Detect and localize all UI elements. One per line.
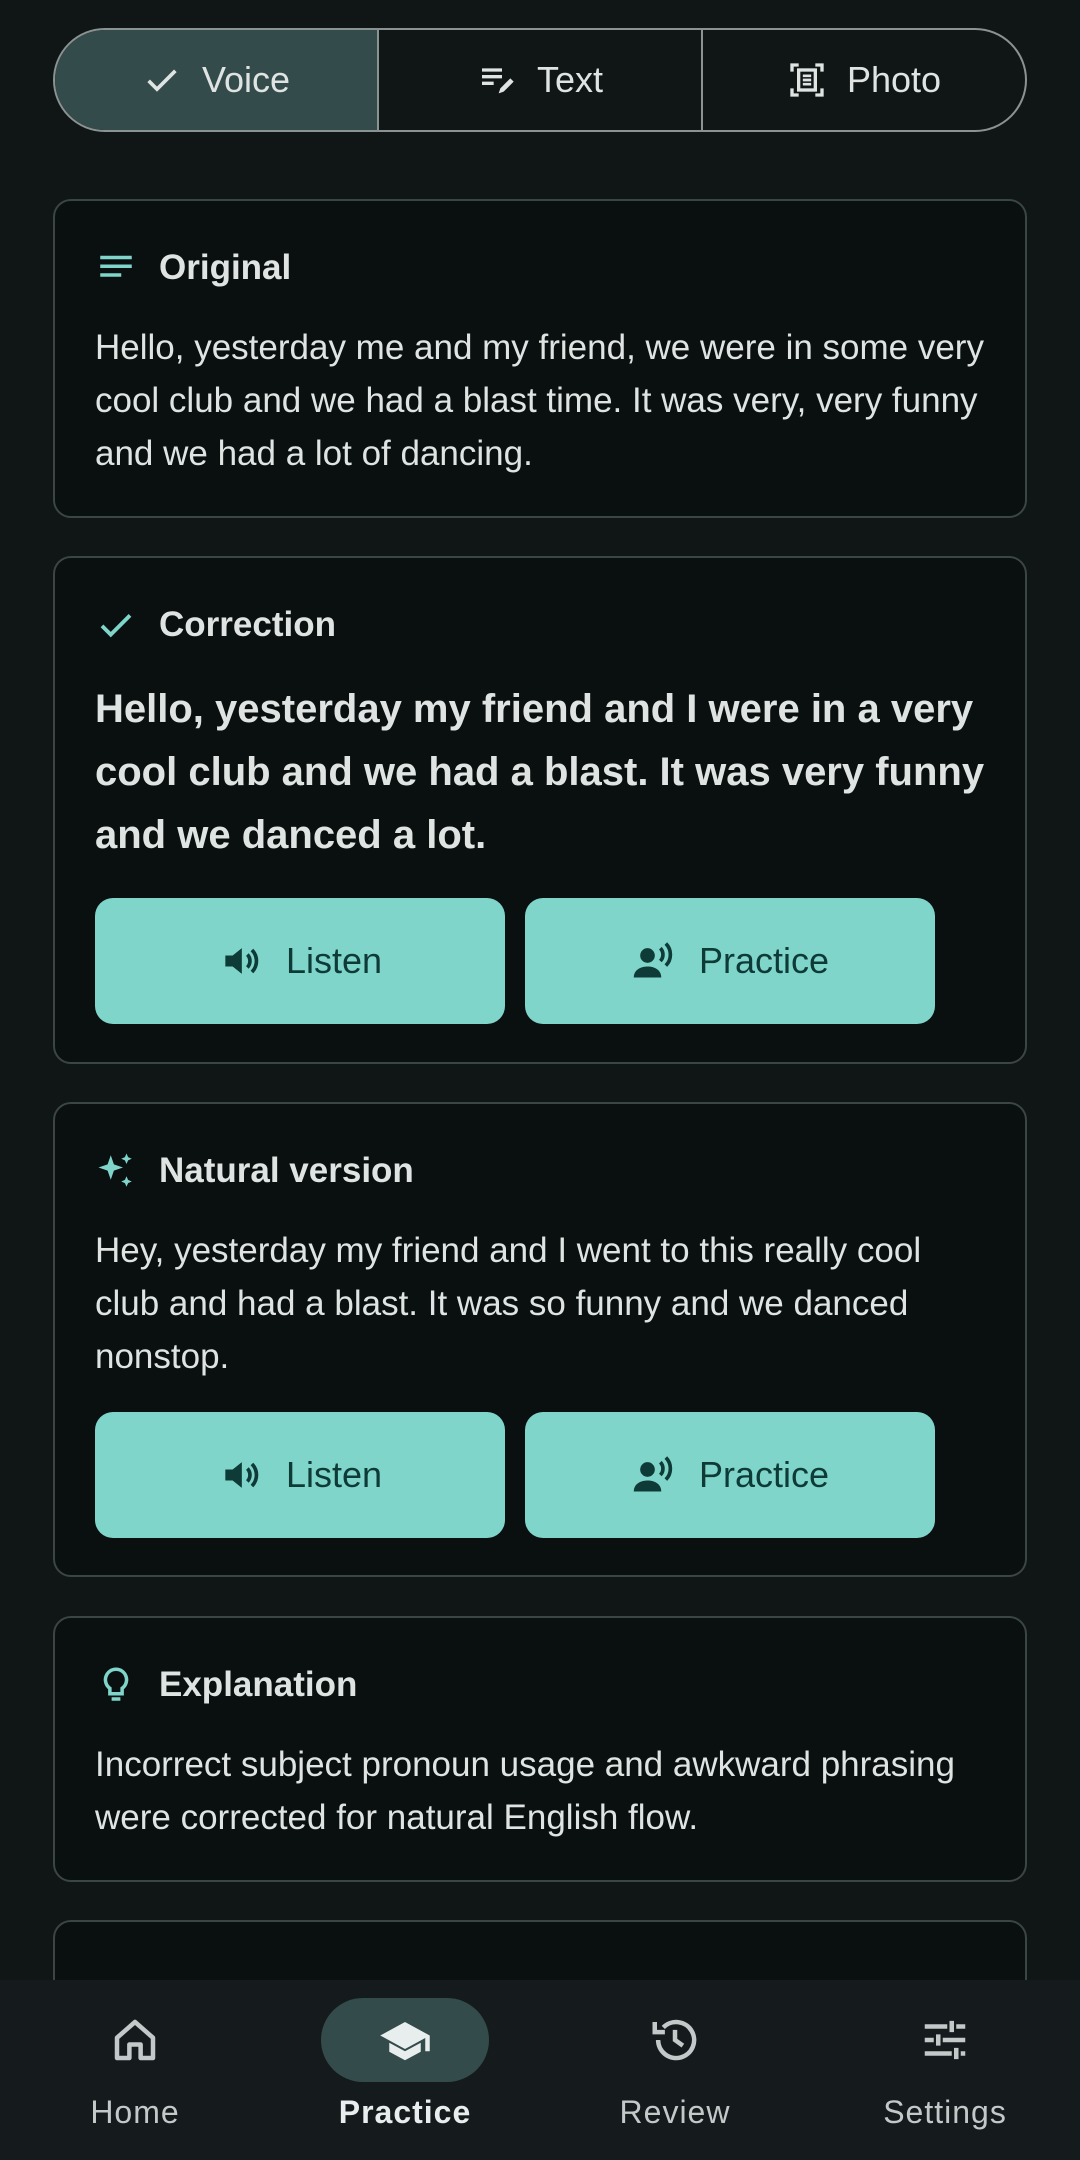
volume-icon: [225, 948, 259, 974]
nav-review[interactable]: Review: [540, 1980, 810, 2160]
text-mode-label: Text: [536, 59, 604, 100]
original-title: Original: [159, 248, 292, 287]
original-card: Original Hello, yesterday me and my frie…: [53, 199, 1027, 518]
nav-home-label: Home: [90, 2094, 180, 2130]
school-icon: [380, 2022, 430, 2061]
natural-listen-label: Listen: [285, 1454, 383, 1495]
correction-listen-button[interactable]: Listen: [95, 898, 505, 1024]
nav-practice-icon-container: [321, 1998, 489, 2082]
correction-listen-label: Listen: [285, 940, 383, 981]
bottom-navigation: Home Practice Review Settings: [0, 1980, 1080, 2160]
natural-version-text: Hey, yesterday my friend and I went to t…: [95, 1231, 922, 1376]
nav-practice-label: Practice: [338, 2094, 472, 2130]
correction-practice-label: Practice: [698, 940, 830, 981]
text-mode-button[interactable]: Text: [377, 30, 701, 130]
home-icon: [114, 2019, 156, 2061]
nav-review-icon-container: [591, 1998, 759, 2082]
check-icon: [147, 69, 177, 92]
check-icon: [100, 614, 132, 638]
natural-practice-label: Practice: [698, 1454, 830, 1495]
original-header: Original: [95, 247, 291, 289]
nav-home-icon-container: [51, 1998, 219, 2082]
volume-icon: [225, 1462, 259, 1488]
photo-mode-label: Photo: [846, 59, 942, 100]
tune-icon: [924, 2020, 966, 2060]
practice-screen: Voice Text Photo Original Hello, yesterd…: [0, 0, 1080, 2160]
sparkle-icon: [98, 1153, 132, 1187]
correction-text: Hello, yesterday my friend and I were in…: [95, 687, 985, 857]
correction-card: Correction Hello, yesterday my friend an…: [53, 556, 1027, 1064]
nav-settings-icon-container: [861, 1998, 1029, 2082]
explanation-card: Explanation Incorrect subject pronoun us…: [53, 1616, 1027, 1882]
natural-version-card: Natural version Hey, yesterday my friend…: [53, 1102, 1027, 1577]
next-card-partial: [53, 1920, 1027, 1980]
lightbulb-icon: [103, 1667, 129, 1701]
voice-mode-label: Voice: [201, 59, 291, 100]
nav-home[interactable]: Home: [0, 1980, 270, 2160]
edit-text-icon: [481, 68, 514, 94]
nav-review-label: Review: [619, 2094, 731, 2130]
photo-mode-button[interactable]: Photo: [701, 30, 1025, 130]
document-scanner-icon: [790, 63, 824, 97]
correction-header: Correction: [95, 604, 336, 646]
nav-practice[interactable]: Practice: [270, 1980, 540, 2160]
correction-practice-button[interactable]: Practice: [525, 898, 935, 1024]
record-voice-icon: [633, 942, 673, 978]
explanation-text: Incorrect subject pronoun usage and awkw…: [95, 1745, 955, 1837]
natural-practice-button[interactable]: Practice: [525, 1412, 935, 1538]
record-voice-icon: [633, 1456, 673, 1492]
natural-version-title: Natural version: [159, 1151, 414, 1190]
nav-settings[interactable]: Settings: [810, 1980, 1080, 2160]
voice-mode-button[interactable]: Voice: [55, 30, 377, 130]
explanation-header: Explanation: [95, 1664, 357, 1706]
natural-version-header: Natural version: [95, 1150, 414, 1192]
explanation-title: Explanation: [159, 1665, 358, 1704]
original-text: Hello, yesterday me and my friend, we we…: [95, 328, 984, 473]
nav-settings-label: Settings: [883, 2094, 1007, 2130]
correction-title: Correction: [159, 605, 336, 644]
natural-listen-button[interactable]: Listen: [95, 1412, 505, 1538]
history-icon: [652, 2019, 697, 2061]
results-scroll-area[interactable]: Voice Text Photo Original Hello, yesterd…: [0, 0, 1080, 1980]
notes-icon: [100, 255, 132, 277]
input-mode-selector: Voice Text Photo: [53, 28, 1027, 132]
